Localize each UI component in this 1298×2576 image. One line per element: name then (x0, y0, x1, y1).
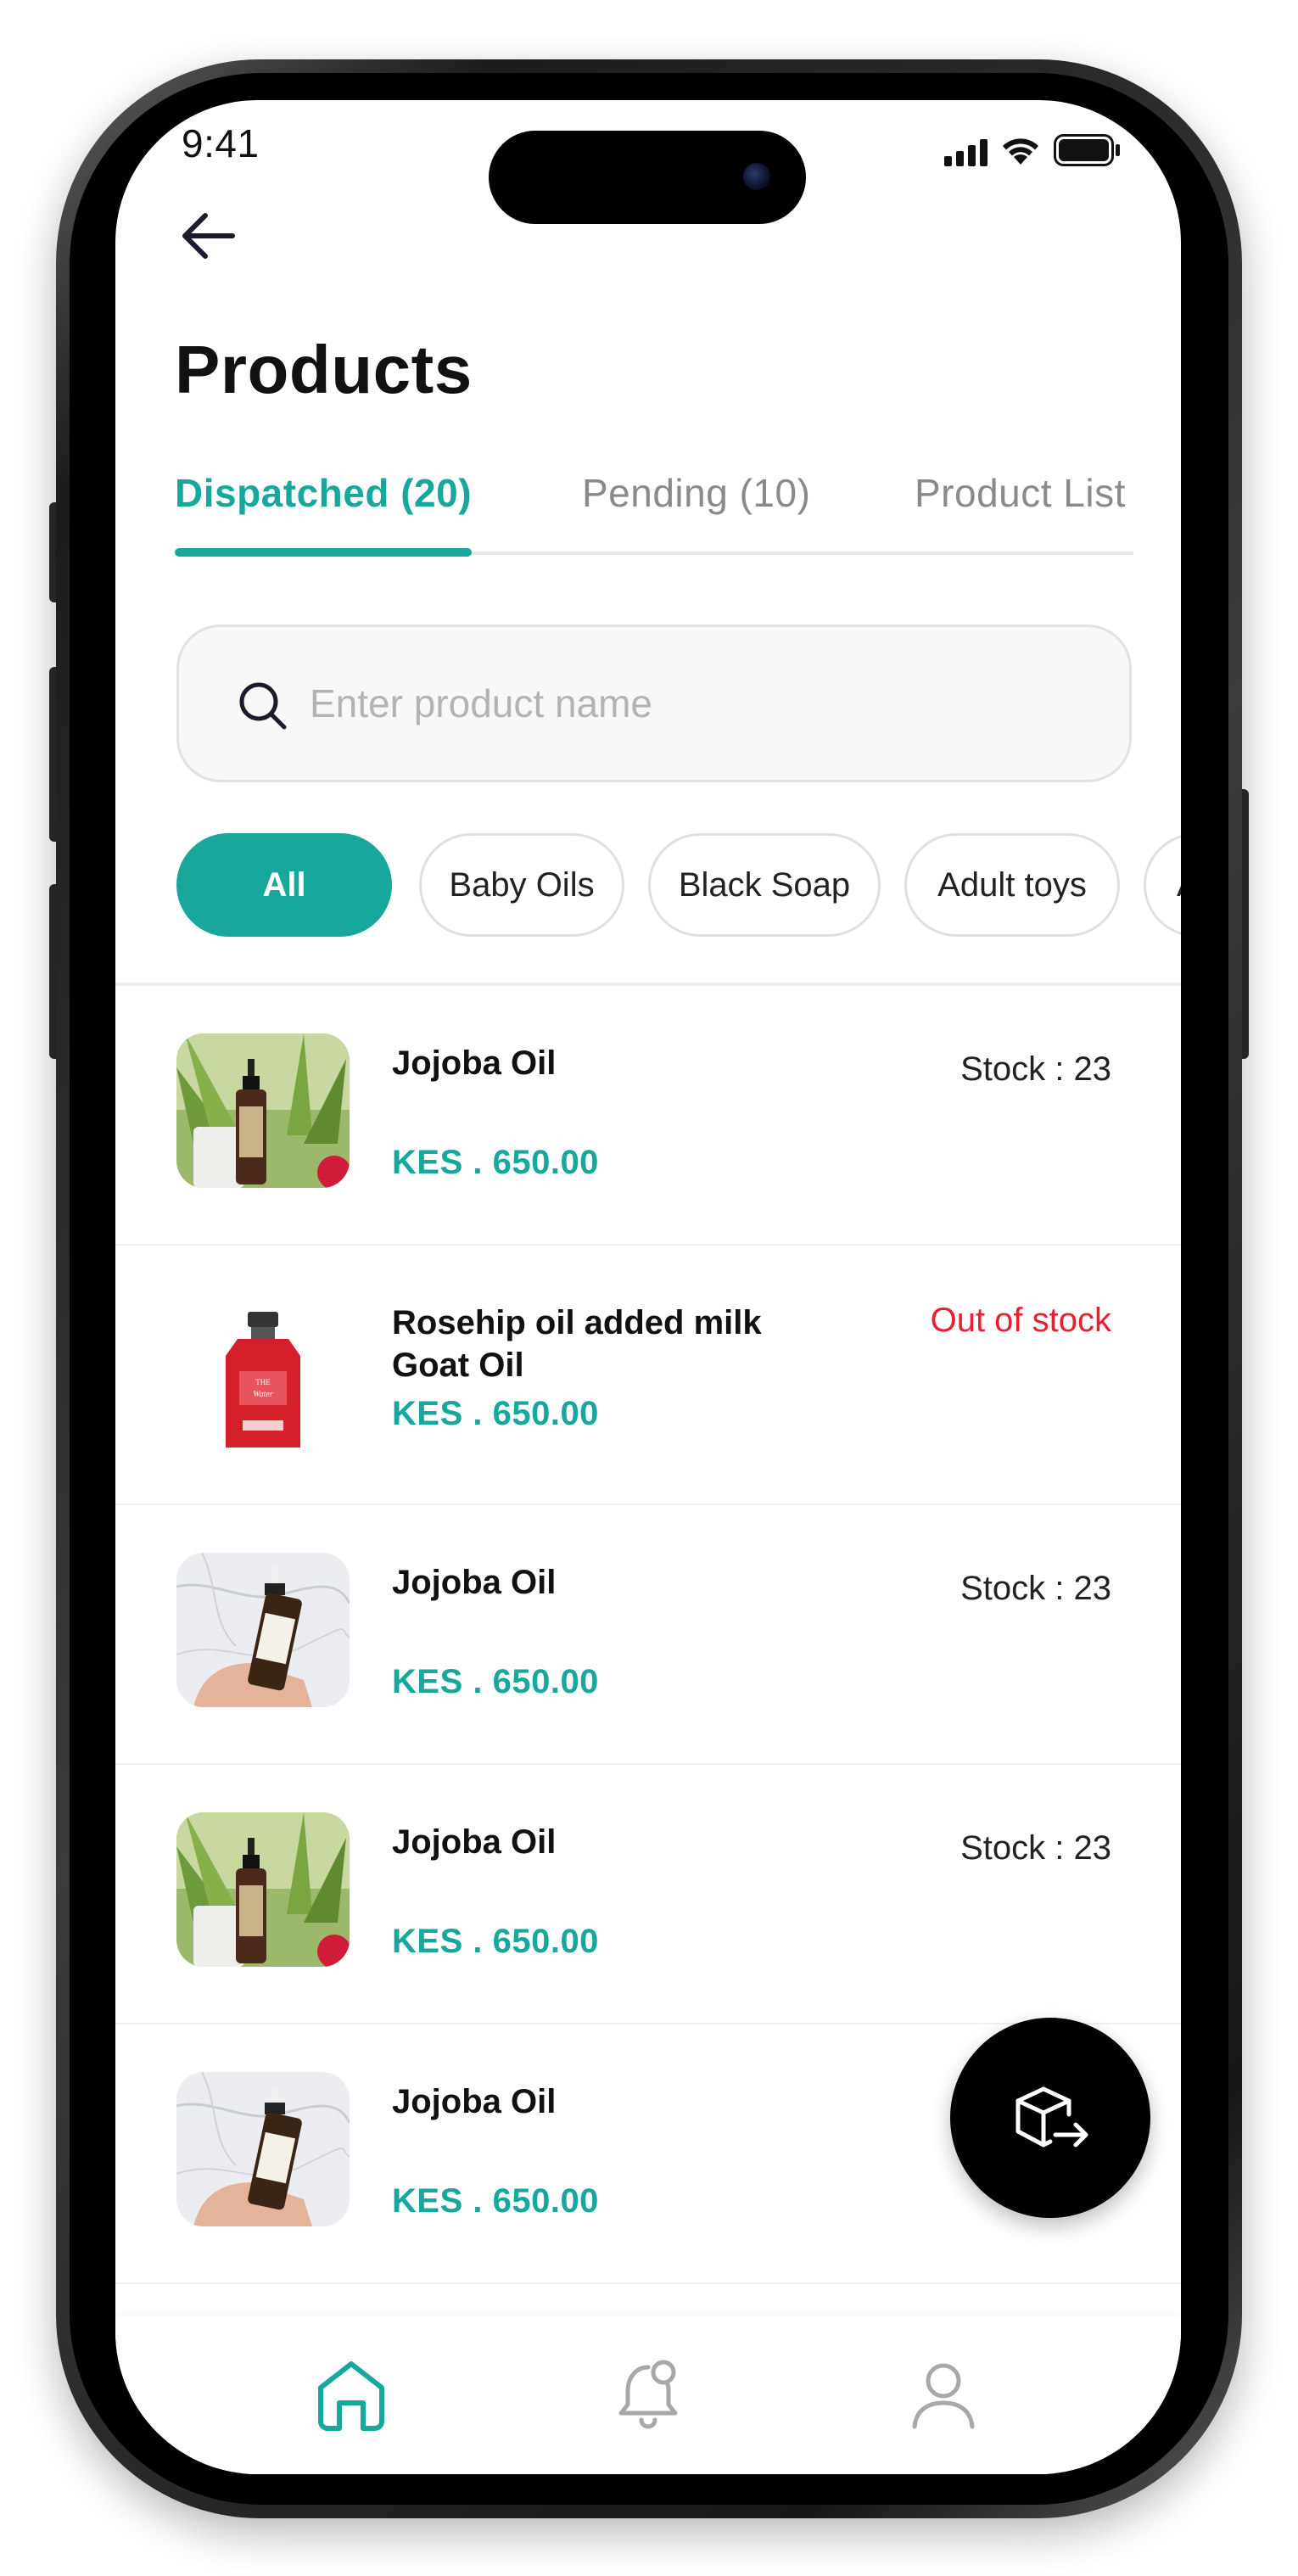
product-stock-status: Out of stock (930, 1302, 1111, 1339)
cellular-signal-icon (944, 137, 987, 166)
nav-home[interactable] (312, 2355, 390, 2433)
tab-product-list[interactable]: Product List (915, 470, 1126, 516)
profile-icon (912, 2363, 975, 2429)
app-screen: 9:41 Products Dispatched (20) Pending (1… (115, 100, 1181, 2474)
notification-bell-icon (618, 2360, 678, 2429)
filter-chip-adult-toys[interactable]: Adult toys (904, 833, 1120, 937)
svg-text:Water: Water (253, 1390, 273, 1399)
svg-text:THE: THE (255, 1378, 271, 1386)
product-price: KES . 650.00 (392, 1923, 599, 1960)
product-image (176, 2072, 350, 2226)
active-tab-indicator (175, 548, 472, 557)
product-row[interactable]: Jojoba Oil KES . 650.00 Stock : 23 (115, 986, 1181, 1246)
arrow-left-icon (182, 213, 235, 259)
product-price: KES . 650.00 (392, 2182, 599, 2220)
product-row[interactable]: Jojoba Oil KES . 650.00 Stock : 23 (115, 1765, 1181, 2024)
nav-profile[interactable] (904, 2355, 982, 2433)
dynamic-island (489, 131, 806, 224)
product-stock: Stock : 23 (960, 1829, 1111, 1867)
wifi-icon (1003, 138, 1038, 165)
product-image (176, 1812, 350, 1967)
page-title: Products (175, 332, 473, 407)
bottom-navigation (115, 2316, 1181, 2474)
tab-bar: Dispatched (20) Pending (10) Product Lis… (175, 470, 1133, 557)
product-price: KES . 650.00 (392, 1144, 599, 1181)
tab-dispatched[interactable]: Dispatched (20) (175, 470, 472, 516)
product-row[interactable]: THE Water Rosehip oil added milk Goat Oi… (115, 1246, 1181, 1505)
tab-pending[interactable]: Pending (10) (582, 470, 810, 516)
front-camera (743, 163, 770, 190)
product-row[interactable]: Jojoba Oil KES . 650.00 Stock : 23 (115, 1505, 1181, 1765)
product-price: KES . 650.00 (392, 1395, 599, 1432)
product-image (176, 1553, 350, 1707)
product-stock: Stock : 23 (960, 1050, 1111, 1088)
dispatch-fab-button[interactable] (950, 2018, 1150, 2218)
product-image (176, 1033, 350, 1188)
home-icon (318, 2361, 384, 2431)
search-input[interactable] (310, 661, 1073, 746)
status-icons (944, 134, 1122, 166)
filter-chip-all[interactable]: All (176, 833, 392, 937)
box-export-icon (1015, 2086, 1088, 2148)
status-time: 9:41 (182, 121, 260, 165)
category-filter-bar: All Baby Oils Black Soap Adult toys A (176, 833, 1181, 937)
search-icon (239, 682, 287, 730)
product-stock: Stock : 23 (960, 1570, 1111, 1607)
search-box[interactable] (176, 624, 1132, 782)
product-name: Rosehip oil added milk Goat Oil (392, 1304, 762, 1384)
product-image: THE Water (176, 1293, 350, 1448)
back-button[interactable] (176, 204, 241, 268)
nav-notifications[interactable] (609, 2355, 687, 2433)
product-name: Jojoba Oil (392, 1044, 557, 1082)
product-name: Jojoba Oil (392, 2083, 557, 2120)
product-name: Jojoba Oil (392, 1823, 557, 1861)
filter-chip-black-soap[interactable]: Black Soap (648, 833, 881, 937)
battery-icon (1054, 134, 1120, 166)
product-name: Jojoba Oil (392, 1564, 557, 1601)
product-price: KES . 650.00 (392, 1663, 599, 1700)
filter-chip-baby-oils[interactable]: Baby Oils (419, 833, 624, 937)
filter-chip-partial[interactable]: A (1144, 833, 1181, 937)
